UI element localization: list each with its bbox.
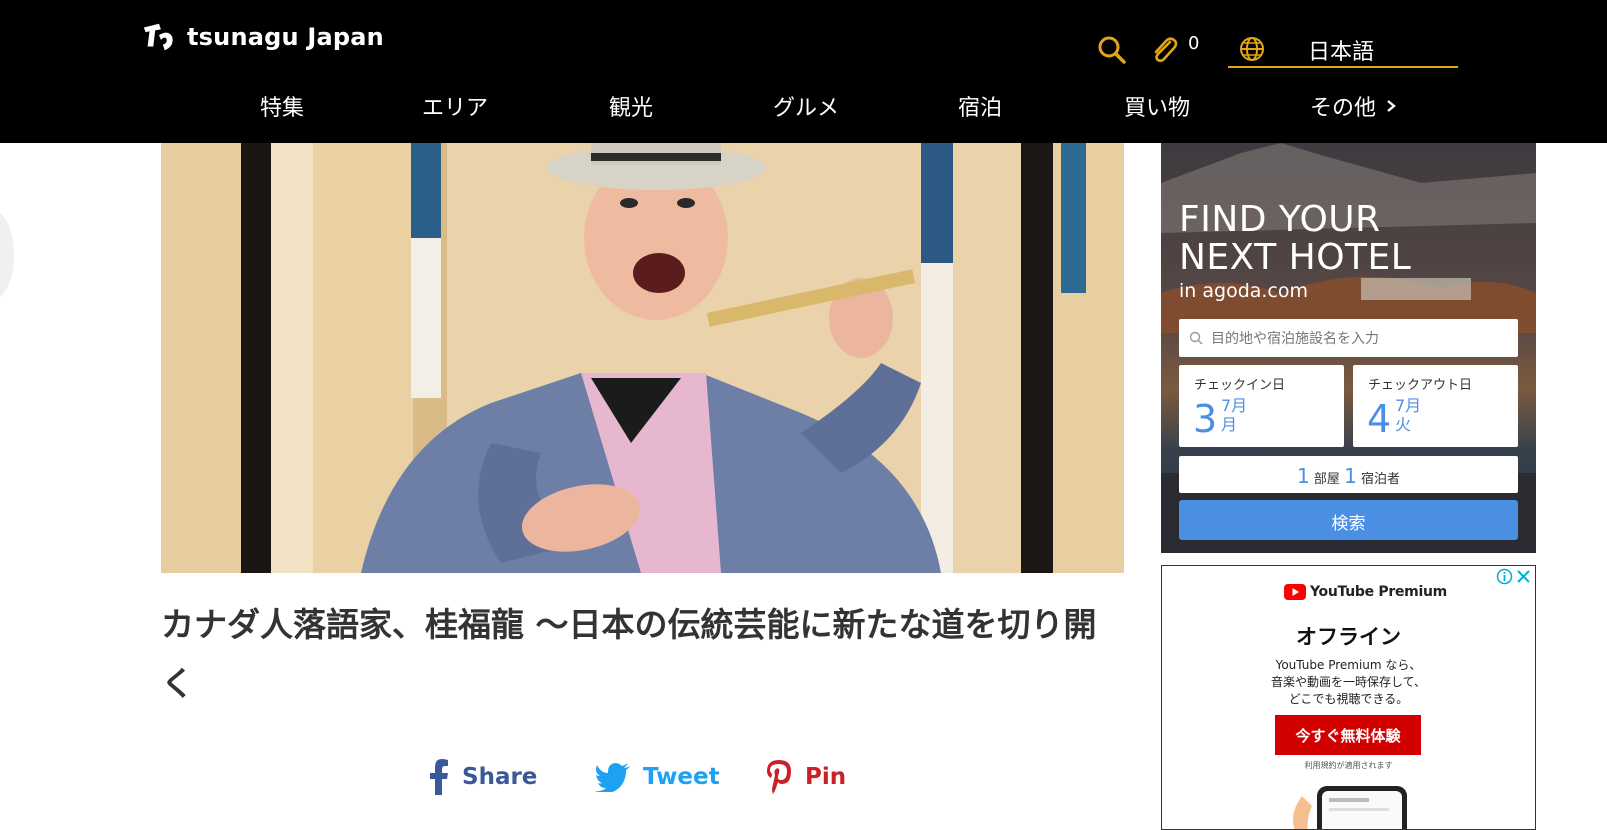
pinterest-pin-button[interactable]: Pin <box>765 755 846 799</box>
nav-item-gourmet[interactable]: グルメ <box>773 90 839 122</box>
checkout-day: 4 <box>1367 397 1392 441</box>
facebook-share-label: Share <box>462 764 538 790</box>
nav-item-sightseeing[interactable]: 観光 <box>609 90 653 122</box>
twitter-icon <box>595 763 630 792</box>
ad-choices <box>1496 568 1532 585</box>
language-label: 日本語 <box>1308 40 1375 65</box>
youtube-ad-cta-button[interactable]: 今すぐ無料体験 <box>1275 715 1421 755</box>
youtube-ad-headline: オフライン <box>1296 625 1401 649</box>
agoda-headline-line1: FIND YOUR <box>1179 199 1381 240</box>
site-header: tsunagu Japan 0 日本語 特集 エリア 観光 グルメ 宿泊 買い物 <box>0 0 1607 143</box>
globe-icon <box>1240 37 1264 61</box>
youtube-ad-body: YouTube Premium なら、 音楽や動画を一時保存して、 どこでも視聴… <box>1162 657 1535 708</box>
pinterest-icon <box>767 760 791 794</box>
chevron-right-icon <box>1387 100 1396 112</box>
facebook-share-button[interactable]: Share <box>428 755 537 799</box>
checkin-month: 7月 <box>1221 396 1248 415</box>
nav-more-label: その他 <box>1310 96 1377 121</box>
rooms-count: 1 <box>1297 464 1310 488</box>
agoda-destination-placeholder: 目的地や宿泊施設名を入力 <box>1211 331 1379 347</box>
youtube-ad-terms: 利用規約が適用されます <box>1304 761 1393 770</box>
checkout-label: チェックアウト日 <box>1368 378 1473 393</box>
facebook-icon <box>430 759 448 795</box>
paperclip-icon[interactable] <box>1148 34 1180 66</box>
checkin-weekday: 月 <box>1221 415 1238 434</box>
youtube-ad-body-line3: どこでも視聴できる。 <box>1288 692 1409 706</box>
checkin-label: チェックイン日 <box>1194 378 1286 393</box>
checkin-day: 3 <box>1193 397 1218 441</box>
checkout-month-weekday: 7月 火 <box>1395 396 1421 434</box>
youtube-premium-ad[interactable]: YouTube Premium オフライン YouTube Premium なら… <box>1161 565 1536 830</box>
ad-close-icon[interactable] <box>1515 568 1532 585</box>
main-nav: 特集 エリア 観光 グルメ 宿泊 買い物 その他 <box>230 90 1460 126</box>
agoda-checkin-field[interactable]: チェックイン日 3 7月 月 <box>1179 365 1344 447</box>
checkout-month: 7月 <box>1395 396 1422 415</box>
nav-item-lodging[interactable]: 宿泊 <box>958 90 1002 122</box>
agoda-checkout-field[interactable]: チェックアウト日 4 7月 火 <box>1353 365 1518 447</box>
guests-label: 宿泊者 <box>1360 472 1400 487</box>
youtube-premium-brand: YouTube Premium <box>1284 584 1447 600</box>
nav-item-area[interactable]: エリア <box>422 90 488 122</box>
search-icon <box>1189 331 1203 345</box>
checkin-month-weekday: 7月 月 <box>1221 396 1247 434</box>
agoda-hotel-ad: FIND YOUR NEXT HOTEL in agoda.com 目的地や宿泊… <box>1161 143 1536 553</box>
ad-info-icon[interactable] <box>1496 568 1513 585</box>
tsunagu-logo-icon <box>143 23 173 51</box>
page-edge-decoration <box>0 210 14 300</box>
youtube-ad-body-line2: 音楽や動画を一時保存して、 <box>1270 675 1427 689</box>
phone-illustration <box>1293 786 1407 829</box>
logo-text: tsunagu Japan <box>187 23 384 51</box>
nav-item-shopping[interactable]: 買い物 <box>1124 90 1190 122</box>
nav-item-features[interactable]: 特集 <box>260 90 304 122</box>
search-icon[interactable] <box>1096 34 1128 66</box>
youtube-ad-body-line1: YouTube Premium なら、 <box>1275 658 1422 672</box>
rakugo-performer-photo <box>161 143 1124 573</box>
agoda-destination-input[interactable]: 目的地や宿泊施設名を入力 <box>1179 319 1518 357</box>
checkout-weekday: 火 <box>1395 415 1412 434</box>
site-logo[interactable]: tsunagu Japan <box>140 18 384 56</box>
agoda-headline: FIND YOUR NEXT HOTEL <box>1179 201 1499 277</box>
article-hero-image <box>161 143 1124 573</box>
twitter-tweet-label: Tweet <box>643 764 720 790</box>
pinterest-pin-label: Pin <box>805 764 847 790</box>
language-selector[interactable]: 日本語 <box>1228 30 1458 68</box>
clip-count: 0 <box>1188 33 1200 54</box>
youtube-premium-brand-text: YouTube Premium <box>1310 584 1447 600</box>
nav-item-more[interactable]: その他 <box>1310 90 1398 122</box>
rooms-label: 部屋 <box>1313 472 1340 487</box>
agoda-occupancy-field[interactable]: 1 部屋 1 宿泊者 <box>1179 456 1518 493</box>
agoda-subtitle: in agoda.com <box>1179 280 1309 302</box>
agoda-search-button[interactable]: 検索 <box>1179 500 1518 540</box>
agoda-headline-line2: NEXT HOTEL <box>1179 237 1412 278</box>
share-buttons: Share Tweet Pin <box>428 755 1128 805</box>
article-title: カナダ人落語家、桂福龍 ～日本の伝統芸能に新たな道を切り開く <box>161 605 1097 703</box>
youtube-logo-icon <box>1284 584 1306 600</box>
twitter-tweet-button[interactable]: Tweet <box>595 755 720 799</box>
guests-count: 1 <box>1344 464 1357 488</box>
